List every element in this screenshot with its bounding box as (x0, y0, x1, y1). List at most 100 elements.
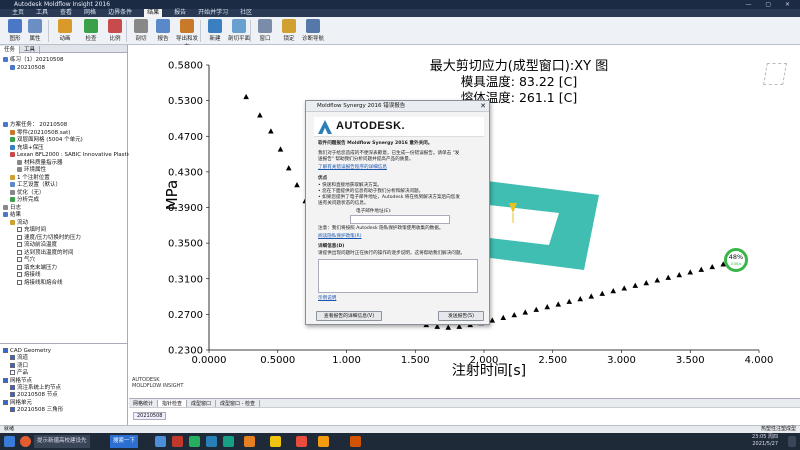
email-field[interactable] (350, 215, 450, 224)
taskbar-app-icon-4[interactable] (206, 436, 217, 447)
menu-item-8[interactable]: 社区 (240, 9, 252, 17)
menu-item-0[interactable]: 主页 (12, 9, 24, 17)
menu-item-6[interactable]: 报告 (174, 9, 186, 17)
layer-item[interactable]: 流道 (10, 355, 28, 362)
tree-item[interactable]: 达到顶出温度的时间 (17, 249, 74, 257)
ribbon-button-1[interactable]: 属性 (24, 19, 46, 44)
checkbox-icon[interactable] (10, 385, 15, 390)
tree-item[interactable]: 结果 (3, 212, 21, 219)
menu-item-7[interactable]: 开始并学习 (198, 9, 228, 17)
checkbox-icon[interactable] (3, 399, 8, 405)
tree-item[interactable]: 速度/压力切换时的压力 (17, 234, 81, 242)
ribbon-button-2[interactable]: 动画 (54, 19, 76, 44)
ribbon-button-0[interactable]: 图形 (4, 19, 26, 44)
ribbon-button-4[interactable]: 比例 (104, 19, 126, 44)
tree-item[interactable]: 填充末端压力 (17, 264, 57, 272)
checkbox-icon[interactable] (10, 355, 15, 361)
moldflow-taskbar-icon[interactable] (270, 436, 281, 447)
taskbar-app-icon-2[interactable] (172, 436, 183, 447)
menu-item-1[interactable]: 工具 (36, 9, 48, 17)
tree-item[interactable]: 流动 (10, 219, 28, 227)
tree-item[interactable]: 环境属性 (17, 167, 46, 174)
study-tab[interactable]: 20210508 (133, 412, 167, 420)
view-cube-icon[interactable] (763, 63, 787, 85)
ribbon-button-12[interactable]: 诊断导航 (302, 19, 324, 44)
tree-item[interactable]: 工艺设置（默认） (10, 182, 61, 189)
checkbox-icon[interactable] (17, 272, 22, 277)
ribbon-button-10[interactable]: 窗口 (254, 19, 276, 44)
tree-item[interactable]: 气穴 (17, 257, 35, 264)
tree-item[interactable]: 优化（无） (10, 189, 45, 197)
checkbox-icon[interactable] (17, 257, 22, 262)
layer-item[interactable]: 流注系统上的节点 (10, 385, 61, 392)
example-description-link[interactable]: 示例说明 (318, 296, 336, 302)
ribbon-button-5[interactable]: 剖切 (130, 19, 152, 44)
tree-item[interactable]: 充填+保压 (10, 144, 44, 152)
start-icon[interactable] (4, 436, 15, 447)
ribbon-button-11[interactable]: 锁定 (278, 19, 300, 44)
layer-item[interactable]: 20210508 节点 (10, 392, 58, 399)
ribbon-button-6[interactable]: 报告 (152, 19, 174, 44)
checkbox-icon[interactable] (17, 234, 22, 240)
window-controls[interactable]: — ▢ ✕ (745, 0, 796, 9)
layer-item[interactable]: 网格节点 (3, 377, 32, 385)
tab-tasks[interactable]: 任务 (0, 46, 21, 54)
checkbox-icon[interactable] (10, 392, 15, 398)
tree-item[interactable]: 方案任务： 20210508 (3, 122, 67, 129)
menu-item-2[interactable]: 查看 (60, 9, 72, 17)
taskbar-app-icon-9[interactable] (350, 436, 361, 447)
tree-item[interactable]: 材料质量指示器 (17, 159, 63, 167)
taskbar-app-icon-7[interactable] (296, 436, 307, 447)
taskbar-app-icon-1[interactable] (155, 436, 166, 447)
checkbox-icon[interactable] (17, 242, 22, 247)
tree-item[interactable]: 零件(20210508.sat) (10, 129, 70, 137)
layer-item[interactable]: 网格单元 (3, 399, 32, 407)
checkbox-icon[interactable] (17, 279, 22, 285)
checkbox-icon[interactable] (10, 407, 15, 413)
checkbox-icon[interactable] (10, 362, 15, 368)
taskbar-app-icon-8[interactable] (318, 436, 329, 447)
layer-item[interactable]: CAD Geometry (3, 348, 51, 355)
details-textarea[interactable] (318, 259, 478, 293)
view-details-button[interactable]: 查看报告的详细信息(V) (316, 311, 382, 321)
menu-item-3[interactable]: 网格 (84, 9, 96, 17)
project-item[interactable]: 练习（1）20210508 (3, 57, 64, 64)
checkbox-icon[interactable] (17, 249, 22, 255)
project-item[interactable]: 20210508 (10, 65, 45, 72)
error-report-info-link[interactable]: 了解有关错误报告程序的详细信息 (318, 165, 387, 171)
checkbox-icon[interactable] (17, 264, 22, 270)
tree-item[interactable]: 流动前沿温度 (17, 242, 57, 249)
dialog-close-button[interactable]: ✕ (480, 101, 486, 112)
checkbox-icon[interactable] (3, 348, 8, 353)
tree-item[interactable]: 熔接线 (17, 272, 41, 279)
tab-tools[interactable]: 工具 (20, 46, 41, 54)
tree-item[interactable]: 熔接线和熔合线 (17, 279, 63, 287)
checkbox-icon[interactable] (10, 370, 15, 376)
menu-item-5[interactable]: 结果 (144, 9, 163, 17)
layer-item[interactable]: 20210508 三角形 (10, 407, 63, 414)
notification-icon[interactable] (788, 436, 796, 447)
checkbox-icon[interactable] (3, 377, 8, 383)
layer-item[interactable]: 产品 (10, 370, 28, 377)
tree-item[interactable]: 充填时间 (17, 227, 46, 234)
layer-item[interactable]: 浇口 (10, 362, 28, 370)
clock[interactable]: 23:05 周四 2021/5/27 (752, 434, 778, 448)
tree-item[interactable]: 日志 (3, 204, 21, 212)
checkbox-icon[interactable] (17, 227, 22, 232)
taskbar-app-icon-5[interactable] (223, 436, 234, 447)
tree-item[interactable]: 1 个注射位置 (10, 174, 50, 182)
tree-item[interactable]: 分析完成 (10, 197, 39, 204)
ribbon-button-9[interactable]: 剖切平面 (228, 19, 250, 44)
menu-item-4[interactable]: 边界条件 (108, 9, 132, 17)
taskbar-app-icon-6[interactable] (244, 436, 255, 447)
browser-icon[interactable] (20, 436, 31, 447)
taskbar-app-1[interactable]: 提示新疆高校建设先 (34, 435, 90, 448)
ribbon-button-3[interactable]: 检查 (80, 19, 102, 44)
privacy-policy-link[interactable]: 阅读隐私保护政策(R) (318, 234, 362, 240)
ribbon-button-8[interactable]: 新建 (204, 19, 226, 44)
taskbar-search[interactable]: 搜索一下 (110, 435, 139, 448)
tree-item[interactable]: Lexan BFL2000 : SABIC Innovative Plastic… (10, 152, 137, 159)
send-report-button[interactable]: 发送报告(S) (438, 311, 484, 321)
tree-item[interactable]: 双层面网格 (5004 个单元) (10, 137, 83, 144)
ribbon-button-7[interactable]: 导出和发布 (176, 19, 198, 50)
